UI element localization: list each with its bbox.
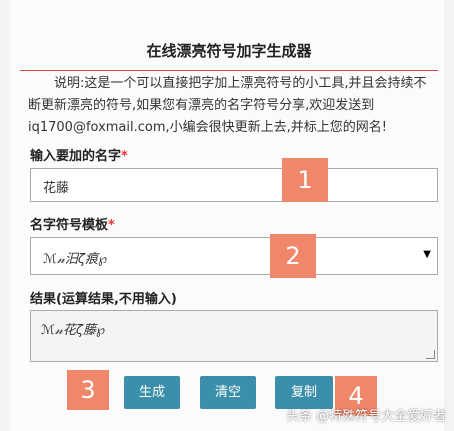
chevron-down-icon: ▼ (423, 249, 431, 260)
description: 说明:这是一个可以直接把字加上漂亮符号的小工具,并且会持续不 断更新漂亮的符号,… (28, 73, 444, 139)
clear-button[interactable]: 清空 (200, 376, 256, 409)
annotation-badge-1: 1 (282, 158, 328, 202)
name-input[interactable]: 花藤 (30, 168, 438, 202)
resize-grip-icon[interactable] (426, 350, 435, 359)
annotation-badge-2: 2 (270, 234, 316, 278)
annotation-badge-3: 3 (67, 370, 109, 410)
name-input-value: 花藤 (43, 181, 70, 196)
name-label-text: 输入要加的名字 (30, 149, 122, 164)
result-label: 结果(运算结果,不用输入) (30, 292, 177, 307)
template-select-value: ℳ𝓃汨ζ痕℘ (43, 252, 108, 267)
page-title: 在线漂亮符号加字生成器 (20, 40, 438, 71)
description-line-1: 说明:这是一个可以直接把字加上漂亮符号的小工具,并且会持续不 (28, 76, 427, 91)
page: 在线漂亮符号加字生成器 说明:这是一个可以直接把字加上漂亮符号的小工具,并且会持… (0, 0, 454, 431)
template-label: 名字符号模板* (30, 214, 115, 233)
result-textarea[interactable]: ℳ𝓃花ζ藤℘ (30, 310, 438, 362)
generator-card: 在线漂亮符号加字生成器 说明:这是一个可以直接把字加上漂亮符号的小工具,并且会持… (10, 0, 444, 431)
watermark: 头条 @特殊符号大全爱好者 (286, 409, 447, 424)
required-mark: * (121, 149, 128, 164)
description-line-3: iq1700@foxmail.com,小编会很快更新上去,并标上您的网名! (28, 120, 387, 135)
template-select[interactable]: ℳ𝓃汨ζ痕℘ ▼ (30, 237, 438, 275)
generate-button[interactable]: 生成 (124, 376, 180, 409)
name-label: 输入要加的名字* (30, 145, 128, 164)
description-line-2: 断更新漂亮的符号,如果您有漂亮的名字符号分享,欢迎发送到 (28, 98, 375, 113)
required-mark: * (108, 218, 115, 233)
template-label-text: 名字符号模板 (30, 218, 109, 233)
result-value: ℳ𝓃花ζ藤℘ (41, 323, 106, 338)
